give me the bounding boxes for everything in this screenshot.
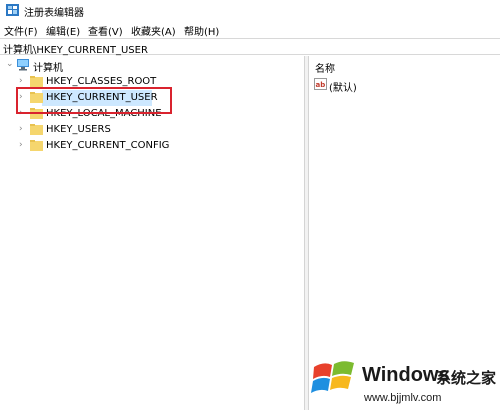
menu-file[interactable]: 文件(F) [4, 23, 38, 38]
tree-node-label: HKEY_CURRENT_CONFIG [46, 140, 170, 151]
computer-icon [17, 59, 29, 71]
chevron-right-icon[interactable]: › [19, 77, 27, 86]
chevron-down-icon[interactable]: ⌄ [6, 60, 14, 69]
tree-node-label: HKEY_USERS [46, 124, 111, 135]
tree-node-hkey-users[interactable]: › HKEY_USERS [0, 122, 300, 138]
menu-favorites[interactable]: 收藏夹(A) [131, 23, 176, 38]
address-path: 计算机\HKEY_CURRENT_USER [3, 45, 148, 56]
menu-help[interactable]: 帮助(H) [184, 23, 219, 38]
windows-logo-icon [311, 361, 354, 393]
tree-node-label: HKEY_CLASSES_ROOT [46, 76, 157, 87]
watermark-subtitle: 系统之家 [436, 369, 497, 387]
address-bar[interactable]: 计算机\HKEY_CURRENT_USER [0, 38, 500, 56]
title-bar: 注册表编辑器 [0, 0, 500, 20]
value-name: (默认) [329, 83, 357, 94]
tree-node-hkey-current-config[interactable]: › HKEY_CURRENT_CONFIG [0, 138, 300, 154]
chevron-right-icon[interactable]: › [19, 125, 27, 134]
column-header-name[interactable]: 名称 [315, 60, 335, 75]
window-title: 注册表编辑器 [24, 8, 84, 19]
svg-text:ab: ab [316, 81, 326, 89]
chevron-right-icon[interactable]: › [19, 141, 27, 150]
tree-node-computer[interactable]: ⌄ 计算机 [0, 57, 300, 74]
annotation-highlight-box [16, 87, 172, 114]
watermark: Windows 系统之家 www.bjjmlv.com [306, 352, 500, 410]
folder-icon [30, 124, 43, 135]
menu-edit[interactable]: 编辑(E) [46, 23, 80, 38]
folder-icon [30, 76, 43, 87]
watermark-url: www.bjjmlv.com [364, 392, 442, 404]
folder-icon [30, 140, 43, 151]
string-value-icon: ab [314, 78, 327, 90]
menu-bar: 文件(F) 编辑(E) 查看(V) 收藏夹(A) 帮助(H) [0, 21, 500, 38]
regedit-app-icon [6, 4, 19, 16]
tree-node-label: 计算机 [33, 63, 63, 74]
menu-view[interactable]: 查看(V) [88, 23, 123, 38]
